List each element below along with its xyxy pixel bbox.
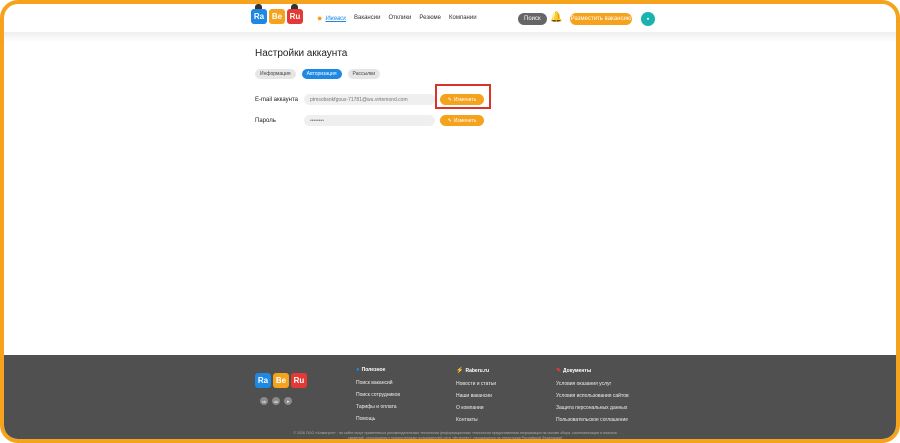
footer-logo-tile-ru: Ru bbox=[291, 373, 307, 388]
footer-link[interactable]: Условия оказания услуг bbox=[556, 381, 629, 387]
nav-resumes[interactable]: Резюме bbox=[419, 15, 441, 21]
footer-link[interactable]: Пользовательское соглашение bbox=[556, 417, 629, 423]
nav-vacancies[interactable]: Вакансии bbox=[354, 15, 380, 21]
footer-col-documents-title: ✎ Документы bbox=[556, 367, 592, 375]
footer-link[interactable]: Наши вакансии bbox=[456, 393, 496, 399]
footer-link[interactable]: Поиск вакансий bbox=[356, 380, 400, 386]
logo-tile-be: Be bbox=[269, 9, 285, 24]
main-nav: Вакансии Отклики Резюме Компании bbox=[354, 15, 477, 21]
footer-link[interactable]: Условия использования сайтов bbox=[556, 393, 629, 399]
copyright-text: © 2026 ООО «Алматрон» · на сайте могут п… bbox=[293, 431, 617, 440]
email-field[interactable]: ptmsobsnkfgous-71781@wu.virtemond.com bbox=[304, 94, 435, 105]
document-icon: ✎ bbox=[556, 368, 562, 374]
footer-link[interactable]: Тарифы и оплата bbox=[356, 404, 400, 410]
pencil-icon: ✎ bbox=[447, 117, 452, 124]
lightning-icon: ⚡ bbox=[456, 368, 464, 374]
password-label: Пароль bbox=[255, 117, 276, 124]
telegram-icon[interactable]: ➤ bbox=[284, 397, 292, 405]
site-footer: Ra Be Ru vk ok ➤ ● Полезное Поиск ваканс… bbox=[4, 355, 896, 440]
folder-icon: ▪ bbox=[646, 15, 650, 23]
footer-col-useful: ● Полезное Поиск вакансий Поиск сотрудни… bbox=[356, 367, 400, 428]
social-links: vk ok ➤ bbox=[260, 397, 292, 405]
avatar[interactable]: ▪ bbox=[641, 12, 655, 26]
city-name: Ижевск bbox=[325, 15, 347, 22]
tab-information[interactable]: Информация bbox=[255, 69, 296, 79]
footer-link[interactable]: О компании bbox=[456, 405, 496, 411]
footer-col-raberu: ⚡ Raberu.ru Новости и статьи Наши ваканс… bbox=[456, 367, 496, 429]
tab-mailings[interactable]: Рассылки bbox=[347, 69, 380, 79]
logo-tile-ra: Ra bbox=[251, 4, 267, 24]
vk-icon[interactable]: vk bbox=[260, 397, 268, 405]
city-selector[interactable]: ● Ижевск bbox=[317, 14, 346, 23]
footer-logo-tile-be: Be bbox=[273, 373, 289, 388]
ok-icon[interactable]: ok bbox=[272, 397, 280, 405]
nav-responses[interactable]: Отклики bbox=[388, 15, 411, 21]
search-button[interactable]: Поиск bbox=[518, 13, 547, 25]
footer-col-documents: ✎ Документы Условия оказания услуг Услов… bbox=[556, 367, 629, 429]
settings-tabs: Информация Авторизация Рассылки bbox=[255, 69, 380, 79]
post-vacancy-button[interactable]: Разместить вакансию bbox=[570, 13, 632, 25]
tab-authorization[interactable]: Авторизация bbox=[301, 69, 342, 79]
password-field[interactable]: •••••••• bbox=[304, 115, 435, 126]
footer-link[interactable]: Помощь bbox=[356, 416, 400, 422]
footer-link[interactable]: Поиск сотрудников bbox=[356, 392, 400, 398]
footer-logo[interactable]: Ra Be Ru bbox=[255, 373, 307, 388]
location-pin-icon: ● bbox=[317, 13, 323, 23]
footer-col-useful-title: ● Полезное bbox=[356, 367, 386, 373]
password-row: Пароль •••••••• ✎ Изменить bbox=[255, 115, 484, 126]
header-shadow bbox=[4, 32, 896, 42]
info-icon: ● bbox=[356, 367, 360, 373]
logo[interactable]: Ra Be Ru bbox=[251, 4, 303, 24]
footer-link[interactable]: Новости и статьи bbox=[456, 381, 496, 387]
bell-icon[interactable]: 🔔 bbox=[550, 12, 562, 23]
email-label: E-mail аккаунта bbox=[255, 96, 298, 103]
page-title: Настройки аккаунта bbox=[255, 48, 348, 59]
logo-tile-ru: Ru bbox=[287, 4, 303, 24]
nav-companies[interactable]: Компании bbox=[449, 15, 477, 21]
footer-link[interactable]: Контакты bbox=[456, 417, 496, 423]
footer-logo-tile-ra: Ra bbox=[255, 373, 271, 388]
footer-col-raberu-title: ⚡ Raberu.ru bbox=[456, 367, 490, 375]
highlight-box bbox=[435, 84, 491, 109]
app-frame: Ra Be Ru ● Ижевск Вакансии Отклики Резюм… bbox=[0, 0, 900, 443]
footer-link[interactable]: Защита персональных данных bbox=[556, 405, 629, 411]
change-password-button[interactable]: ✎ Изменить bbox=[440, 115, 484, 126]
